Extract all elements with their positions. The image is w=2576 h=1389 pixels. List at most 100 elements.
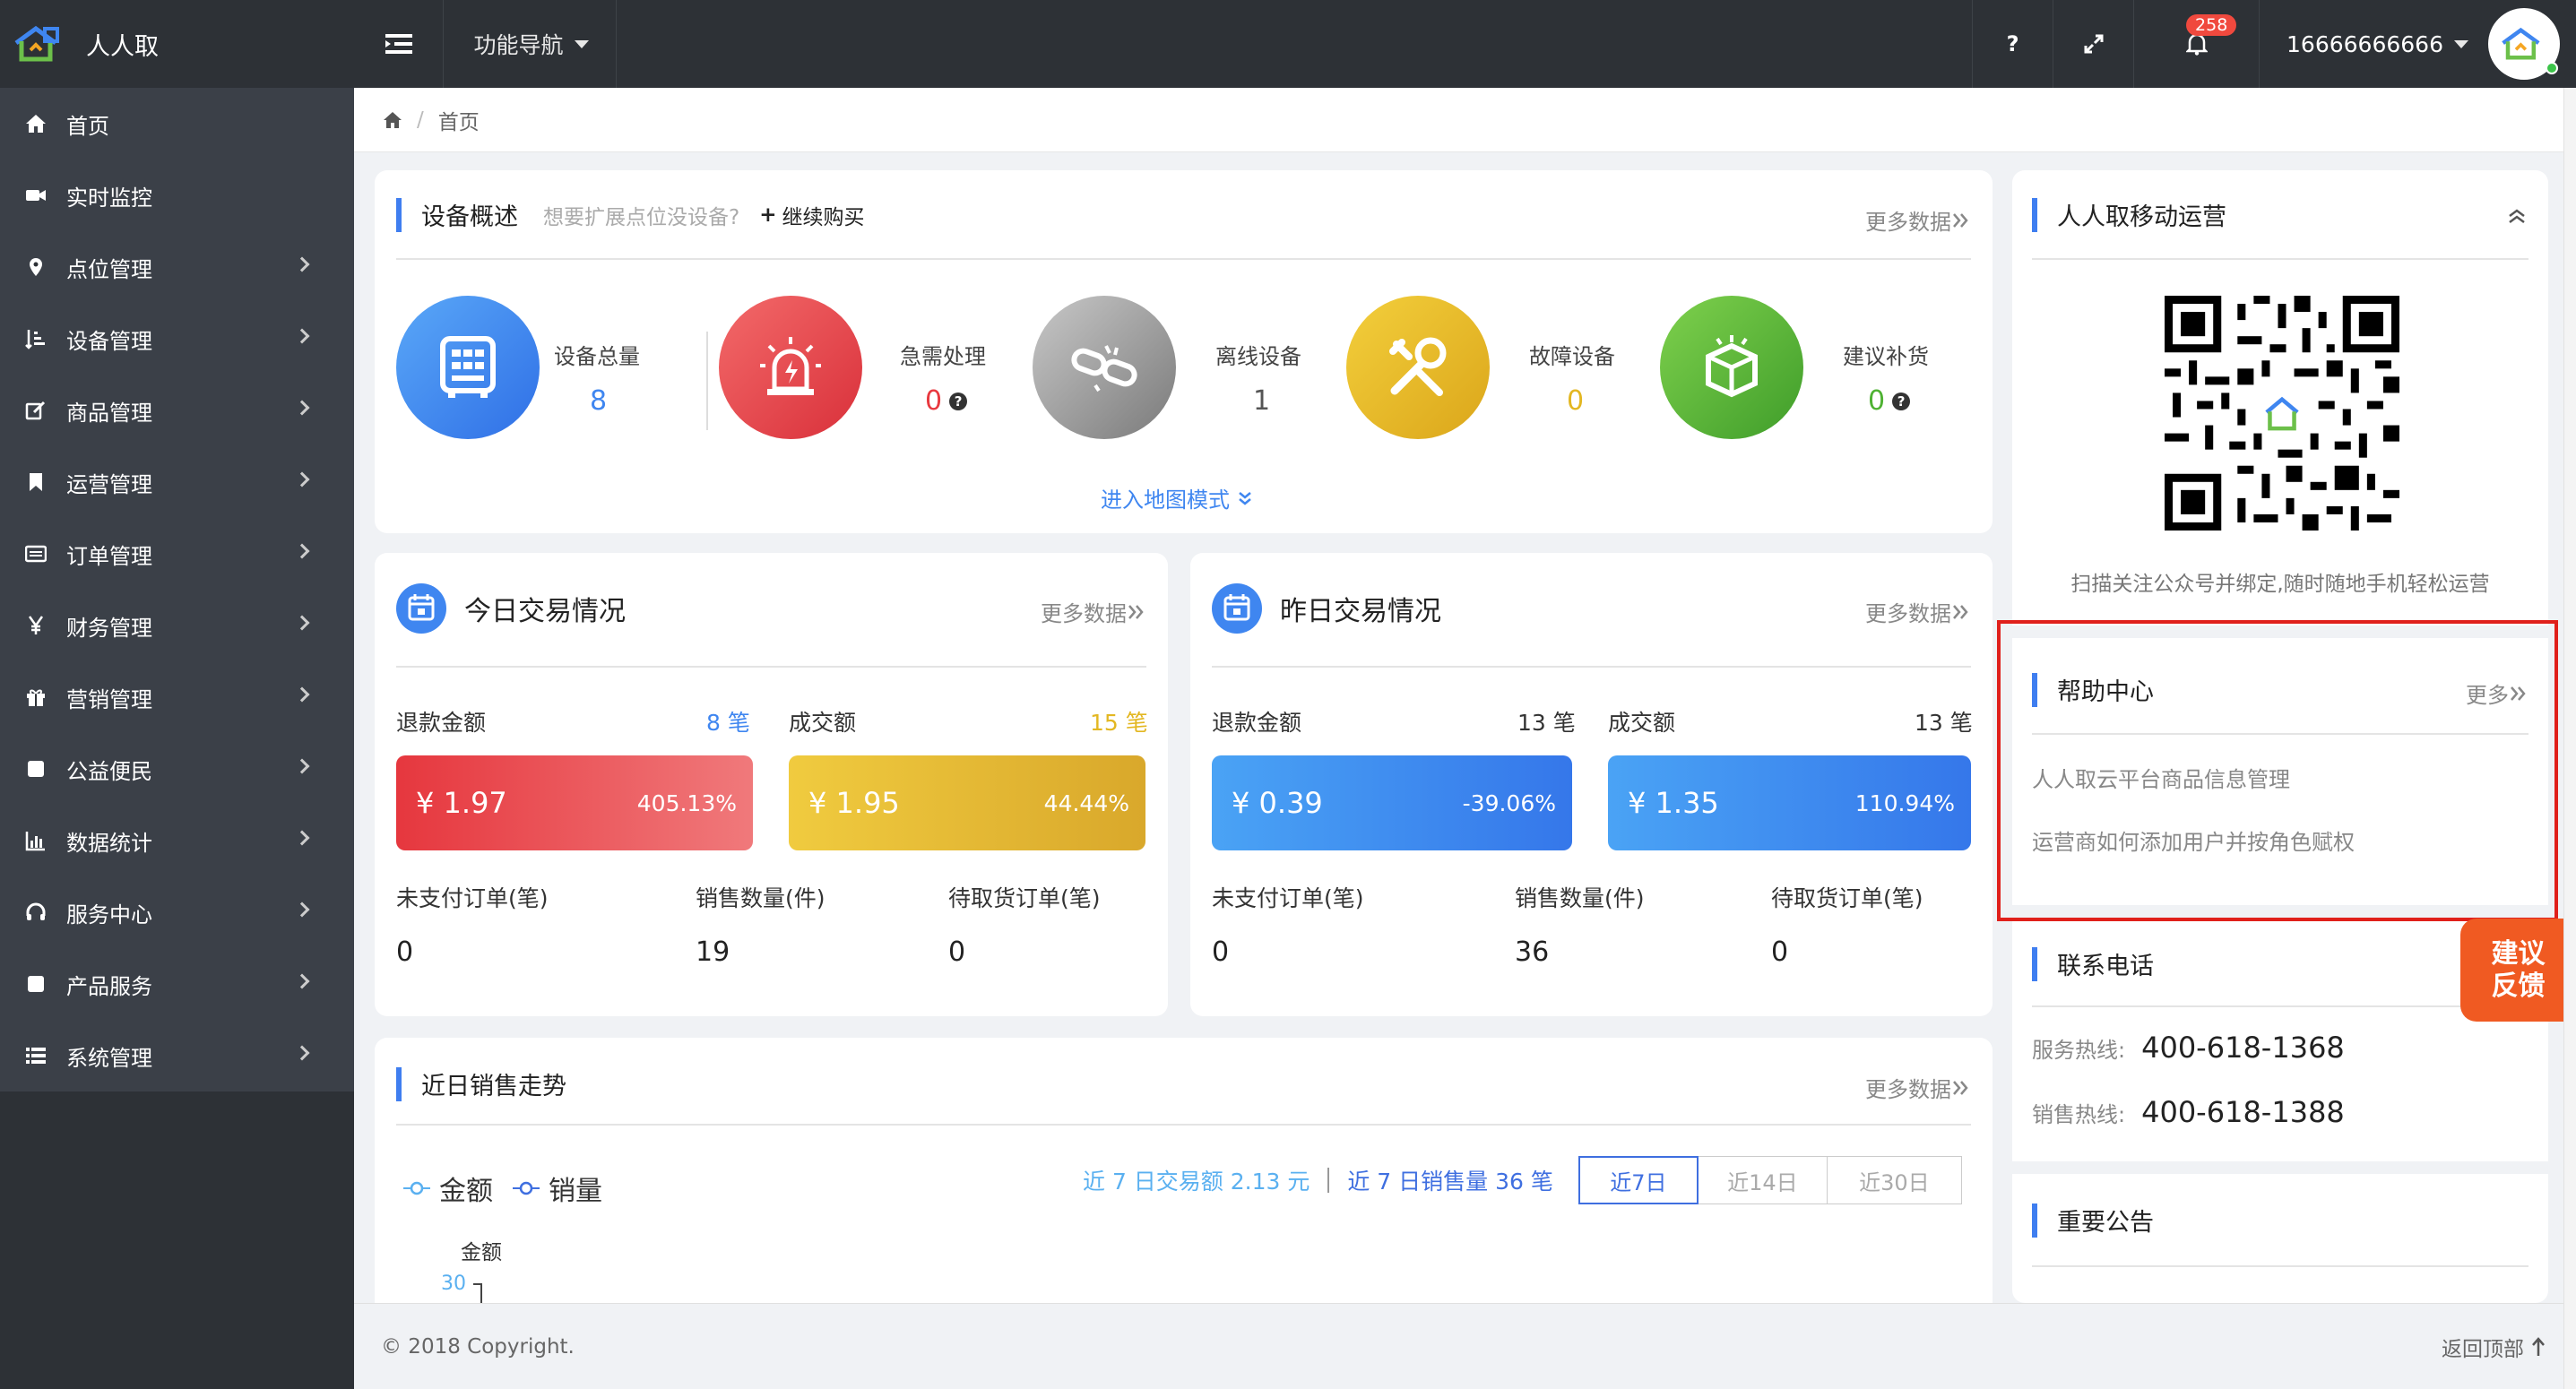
sidebar-item-3[interactable]: 设备管理 xyxy=(0,303,354,375)
logo[interactable]: 人人取 xyxy=(0,0,354,88)
sales-hotline-label: 销售热线: xyxy=(2032,1102,2126,1127)
pending-label: 待取货订单(笔) xyxy=(948,885,1101,911)
unpaid-value: 0 xyxy=(1212,936,1230,968)
function-nav-dropdown[interactable]: 功能导航 xyxy=(446,0,617,88)
period-7-button[interactable]: 近7日 xyxy=(1578,1156,1699,1204)
refund-amount: ¥ 0.39 xyxy=(1232,786,1323,820)
sidebar-menu: 首页实时监控 点位管理 设备管理商品管理运营管理 订单管理 财务管理营销管理公益便民数据… xyxy=(0,88,354,1091)
chevron-right-icon xyxy=(294,400,310,416)
chevron-right-icon xyxy=(294,471,310,487)
chevron-right-icon xyxy=(294,686,310,703)
chevron-right-icon xyxy=(294,256,310,272)
map-mode-link[interactable]: 进入地图模式 xyxy=(1101,482,1253,513)
sidebar-item-11[interactable]: 服务中心 xyxy=(0,876,354,948)
sidebar-item-5[interactable]: 运营管理 xyxy=(0,446,354,518)
sidebar-item-label: 商品管理 xyxy=(66,400,152,426)
refund-percent: -39.06% xyxy=(1462,789,1556,816)
yen-icon xyxy=(25,615,47,636)
sales-hotline-number[interactable]: 400-618-1388 xyxy=(2141,1095,2345,1129)
more-data-link[interactable]: 更多数据 xyxy=(1865,1072,1969,1103)
chart-legend: 金额 销量 xyxy=(403,1169,602,1208)
notification-button[interactable]: 258 xyxy=(2133,0,2259,88)
device-total-circle[interactable] xyxy=(396,296,540,439)
home-icon xyxy=(25,113,47,134)
house-logo-icon xyxy=(2502,27,2540,60)
sales-label: 销售数量(件) xyxy=(696,885,826,911)
sidebar-item-label: 数据统计 xyxy=(66,830,152,856)
menu-toggle-button[interactable] xyxy=(354,0,444,88)
chevron-right-icon xyxy=(294,902,310,918)
refund-amount-box[interactable]: ¥ 0.39 -39.06% xyxy=(1212,755,1572,850)
map-pin-icon xyxy=(25,256,47,278)
restock-label: 建议补货 xyxy=(1843,344,1929,369)
fault-circle[interactable] xyxy=(1346,296,1490,439)
urgent-label: 急需处理 xyxy=(900,344,986,369)
sales-value: 19 xyxy=(696,936,730,968)
continue-buy-link[interactable]: 继续购买 xyxy=(782,200,865,230)
refund-label: 退款金额 xyxy=(1212,710,1302,736)
video-camera-icon xyxy=(25,185,47,206)
sidebar-item-6[interactable]: 订单管理 xyxy=(0,518,354,590)
sidebar-item-13[interactable]: 系统管理 xyxy=(0,1020,354,1091)
legend-line-marker-icon[interactable] xyxy=(513,1179,540,1197)
refund-count: 8 笔 xyxy=(706,710,750,736)
collapse-chevron-up-icon[interactable] xyxy=(2507,208,2527,224)
question-icon[interactable]: ? xyxy=(949,392,968,410)
period-14-button[interactable]: 近14日 xyxy=(1698,1156,1828,1204)
offline-label: 离线设备 xyxy=(1215,344,1301,369)
sidebar-item-2[interactable]: 点位管理 xyxy=(0,231,354,303)
pending-value: 0 xyxy=(948,936,966,968)
trend-summary: 近 7 日交易额 2.13 元 近 7 日销售量 36 笔 近7日 近14日 近… xyxy=(1083,1156,1962,1204)
fullscreen-button[interactable] xyxy=(2053,0,2133,88)
y-axis-label: 金额 xyxy=(461,1241,502,1264)
scrollbar[interactable] xyxy=(2563,88,2576,1389)
legend-volume[interactable]: 销量 xyxy=(549,1169,602,1208)
offline-circle[interactable] xyxy=(1033,296,1176,439)
urgent-value: 0? xyxy=(925,385,968,417)
help-button[interactable]: ? xyxy=(1972,0,2053,88)
home-icon[interactable] xyxy=(383,111,402,129)
feedback-button[interactable]: 建议 反馈 xyxy=(2460,919,2576,1022)
refund-count: 13 笔 xyxy=(1517,710,1576,736)
restock-circle[interactable] xyxy=(1660,296,1803,439)
sidebar-item-label: 营销管理 xyxy=(66,686,152,712)
pending-value: 0 xyxy=(1771,936,1789,968)
plus-icon: + xyxy=(759,203,777,227)
sidebar-item-9[interactable]: 公益便民 xyxy=(0,733,354,805)
service-hotline-number[interactable]: 400-618-1368 xyxy=(2141,1031,2345,1065)
chevron-down-icon xyxy=(2454,39,2468,48)
user-menu[interactable]: 16666666666 xyxy=(2259,0,2576,88)
double-chevron-right-icon xyxy=(1953,1080,1968,1095)
period-30-button[interactable]: 近30日 xyxy=(1827,1156,1962,1204)
back-to-top-link[interactable]: 返回顶部 xyxy=(2442,1332,2546,1362)
sidebar-item-12[interactable]: 产品服务 xyxy=(0,948,354,1020)
sidebar-item-label: 首页 xyxy=(66,113,109,139)
sidebar-item-8[interactable]: 营销管理 xyxy=(0,661,354,733)
mobile-title: 人人取移动运营 xyxy=(2057,203,2226,231)
sidebar-item-4[interactable]: 商品管理 xyxy=(0,375,354,446)
chevron-right-icon xyxy=(294,830,310,846)
sidebar-item-label: 产品服务 xyxy=(66,973,152,999)
sidebar-item-label: 公益便民 xyxy=(66,758,152,784)
sidebar-item-0[interactable]: 首页 xyxy=(0,88,354,160)
question-icon[interactable]: ? xyxy=(1892,392,1911,410)
sidebar-item-1[interactable]: 实时监控 xyxy=(0,160,354,231)
square-icon xyxy=(25,973,47,995)
more-data-link[interactable]: 更多数据 xyxy=(1865,596,1969,627)
urgent-circle[interactable] xyxy=(719,296,862,439)
more-data-link[interactable]: 更多数据 xyxy=(1865,204,1969,236)
legend-line-marker-icon[interactable] xyxy=(403,1179,430,1197)
more-data-link[interactable]: 更多数据 xyxy=(1041,596,1145,627)
sales-value: 36 xyxy=(1515,936,1550,968)
sidebar-item-10[interactable]: 数据统计 xyxy=(0,805,354,876)
avatar[interactable] xyxy=(2488,8,2560,80)
sidebar-item-7[interactable]: 财务管理 xyxy=(0,590,354,661)
deal-amount-box[interactable]: ¥ 1.35 110.94% xyxy=(1608,755,1971,850)
square-icon xyxy=(25,758,47,780)
section-title: 设备概述 想要扩展点位没设备? + 继续购买 xyxy=(396,197,865,232)
refund-amount-box[interactable]: ¥ 1.97 405.13% xyxy=(396,755,753,850)
logo-text: 人人取 xyxy=(86,32,159,61)
legend-amount[interactable]: 金额 xyxy=(439,1169,493,1208)
contact-title: 联系电话 xyxy=(2057,953,2154,980)
deal-amount-box[interactable]: ¥ 1.95 44.44% xyxy=(789,755,1145,850)
